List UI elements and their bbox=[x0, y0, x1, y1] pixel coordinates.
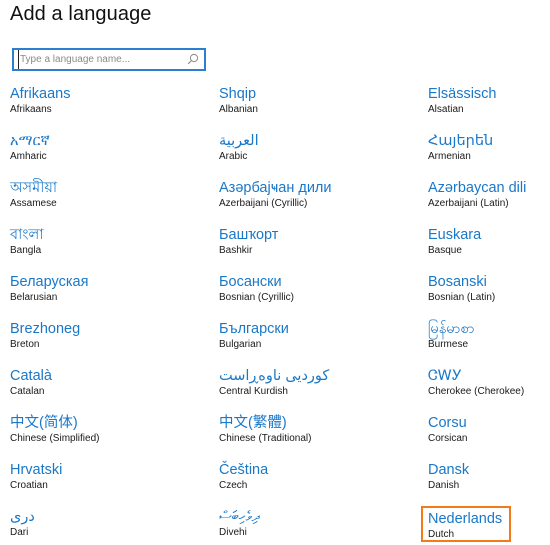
language-item[interactable]: Corsu Corsican bbox=[428, 414, 550, 450]
language-item[interactable]: Shqip Albanian bbox=[219, 85, 399, 121]
language-english-name: Burmese bbox=[428, 339, 469, 350]
language-native-name: မြန်မာစာ bbox=[428, 321, 475, 337]
language-english-name: Central Kurdish bbox=[219, 386, 288, 397]
language-item[interactable]: Hrvatski Croatian bbox=[10, 461, 190, 497]
search-icon[interactable] bbox=[187, 53, 199, 65]
language-english-name: Albanian bbox=[219, 104, 258, 115]
language-english-name: Divehi bbox=[219, 527, 247, 538]
language-english-name: Azerbaijani (Latin) bbox=[428, 198, 509, 209]
language-item[interactable]: Dansk Danish bbox=[428, 461, 550, 497]
language-native-name: Български bbox=[219, 321, 289, 337]
language-native-name: Босански bbox=[219, 274, 282, 290]
language-english-name: Danish bbox=[428, 480, 460, 491]
language-item[interactable]: မြန်မာစာ Burmese bbox=[428, 320, 550, 356]
language-native-name: العربية bbox=[219, 133, 259, 149]
language-native-name: አማርኛ bbox=[10, 133, 50, 149]
language-english-name: Catalan bbox=[10, 386, 45, 397]
language-item[interactable]: বাংলা Bangla bbox=[10, 226, 190, 262]
language-english-name: Bosnian (Cyrillic) bbox=[219, 292, 295, 303]
language-item[interactable]: Հայերեն Armenian bbox=[428, 132, 550, 168]
language-item[interactable]: Nederlands Dutch bbox=[421, 506, 511, 542]
language-native-name: অসমীয়া bbox=[10, 180, 58, 196]
language-item[interactable]: Català Catalan bbox=[10, 367, 190, 403]
language-native-name: Corsu bbox=[428, 415, 467, 431]
language-native-name: Azərbaycan dili bbox=[428, 180, 527, 196]
language-english-name: Armenian bbox=[428, 151, 471, 162]
language-item[interactable]: Brezhoneg Breton bbox=[10, 320, 190, 356]
language-native-name: Азәрбајҹан дили bbox=[219, 180, 332, 196]
language-english-name: Azerbaijani (Cyrillic) bbox=[219, 198, 308, 209]
language-native-name: Afrikaans bbox=[10, 86, 71, 102]
language-item[interactable]: অসমীয়া Assamese bbox=[10, 179, 190, 215]
language-native-name: Català bbox=[10, 368, 52, 384]
language-english-name: Assamese bbox=[10, 198, 57, 209]
language-english-name: Chinese (Traditional) bbox=[219, 433, 312, 444]
language-native-name: Čeština bbox=[219, 462, 269, 478]
language-item[interactable]: አማርኛ Amharic bbox=[10, 132, 190, 168]
language-native-name: درى bbox=[10, 509, 35, 525]
language-english-name: Croatian bbox=[10, 480, 48, 491]
language-english-name: Basque bbox=[428, 245, 462, 256]
language-native-name: Bosanski bbox=[428, 274, 487, 290]
language-english-name: Breton bbox=[10, 339, 40, 350]
language-english-name: Belarusian bbox=[10, 292, 58, 303]
language-item[interactable]: Afrikaans Afrikaans bbox=[10, 85, 190, 121]
language-item[interactable]: Башҡорт Bashkir bbox=[219, 226, 399, 262]
page-title: Add a language bbox=[10, 3, 152, 25]
language-item[interactable]: Азәрбајҹан дили Azerbaijani (Cyrillic) bbox=[219, 179, 399, 215]
language-english-name: Alsatian bbox=[428, 104, 464, 115]
language-english-name: Chinese (Simplified) bbox=[10, 433, 100, 444]
language-search-box[interactable] bbox=[12, 48, 206, 71]
language-english-name: Dutch bbox=[428, 529, 455, 540]
language-item[interactable]: 中文(繁體) Chinese (Traditional) bbox=[219, 414, 399, 450]
language-item[interactable]: 中文(简体) Chinese (Simplified) bbox=[10, 414, 190, 450]
language-native-name: Hrvatski bbox=[10, 462, 63, 478]
language-item[interactable]: ދިވެހިބަސް Divehi bbox=[219, 508, 399, 544]
language-item[interactable]: Български Bulgarian bbox=[219, 320, 399, 356]
language-english-name: Arabic bbox=[219, 151, 248, 162]
language-item[interactable]: Bosanski Bosnian (Latin) bbox=[428, 273, 550, 309]
language-native-name: Euskara bbox=[428, 227, 482, 243]
language-native-name: Brezhoneg bbox=[10, 321, 81, 337]
language-native-name: ދިވެހިބަސް bbox=[219, 509, 260, 525]
language-english-name: Bulgarian bbox=[219, 339, 262, 350]
language-native-name: Башҡорт bbox=[219, 227, 279, 243]
language-native-name: Dansk bbox=[428, 462, 470, 478]
language-english-name: Corsican bbox=[428, 433, 468, 444]
language-native-name: Elsässisch bbox=[428, 86, 497, 102]
language-native-name: ᏣᎳᎩ bbox=[428, 368, 462, 384]
language-item[interactable]: Čeština Czech bbox=[219, 461, 399, 497]
language-native-name: বাংলা bbox=[10, 227, 44, 243]
language-english-name: Dari bbox=[10, 527, 29, 538]
language-native-name: Беларуская bbox=[10, 274, 89, 290]
language-english-name: Afrikaans bbox=[10, 104, 52, 115]
language-english-name: Bangla bbox=[10, 245, 42, 256]
language-item[interactable]: Euskara Basque bbox=[428, 226, 550, 262]
language-native-name: کوردیی ناوەڕاست bbox=[219, 368, 330, 384]
language-native-name: Shqip bbox=[219, 86, 257, 102]
language-item[interactable]: ᏣᎳᎩ Cherokee (Cherokee) bbox=[428, 367, 550, 403]
language-english-name: Czech bbox=[219, 480, 248, 491]
language-english-name: Bosnian (Latin) bbox=[428, 292, 496, 303]
language-search-input[interactable] bbox=[18, 50, 180, 69]
language-native-name: 中文(繁體) bbox=[219, 415, 287, 431]
language-item[interactable]: العربية Arabic bbox=[219, 132, 399, 168]
language-item[interactable]: Azərbaycan dili Azerbaijani (Latin) bbox=[428, 179, 550, 215]
language-native-name: Հայերեն bbox=[428, 133, 494, 149]
language-item[interactable]: Elsässisch Alsatian bbox=[428, 85, 550, 121]
language-native-name: Nederlands bbox=[428, 511, 503, 527]
language-english-name: Bashkir bbox=[219, 245, 253, 256]
language-english-name: Amharic bbox=[10, 151, 47, 162]
language-native-name: 中文(简体) bbox=[10, 415, 78, 431]
language-item[interactable]: Босански Bosnian (Cyrillic) bbox=[219, 273, 399, 309]
language-item[interactable]: درى Dari bbox=[10, 508, 190, 544]
language-english-name: Cherokee (Cherokee) bbox=[428, 386, 525, 397]
language-item[interactable]: Беларуская Belarusian bbox=[10, 273, 190, 309]
language-item[interactable]: کوردیی ناوەڕاست Central Kurdish bbox=[219, 367, 399, 403]
